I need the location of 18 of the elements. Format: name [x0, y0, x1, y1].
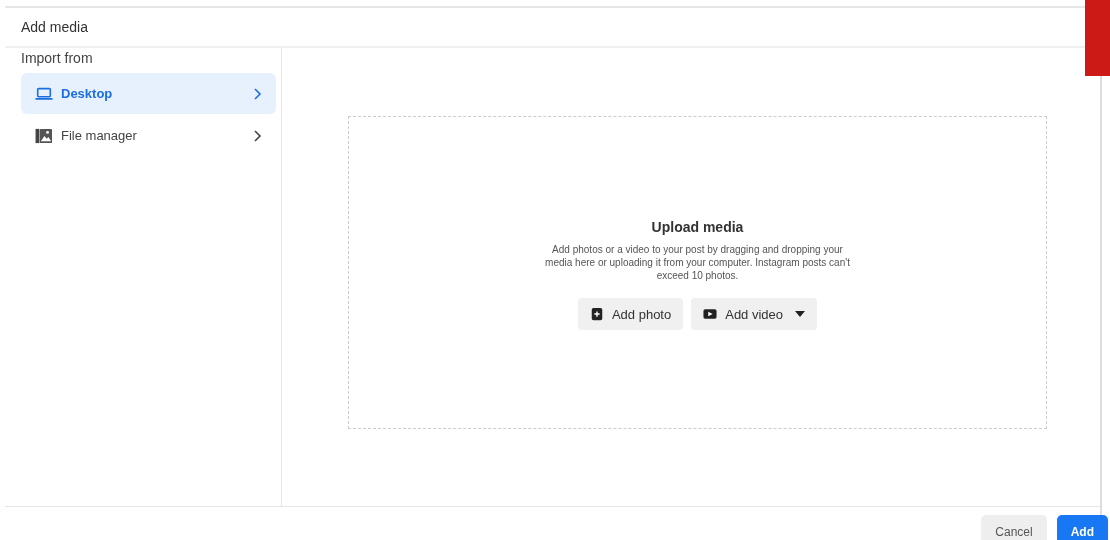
photo-icon: [35, 127, 53, 144]
caret-icon: [795, 311, 806, 317]
add-media-button[interactable]: Add video: [691, 298, 818, 330]
sidebar-heading: Import from: [21, 50, 94, 66]
video-icon: [703, 307, 718, 321]
upload-title: Upload media: [651, 219, 744, 235]
cancel-button[interactable]: Cancel: [981, 515, 1047, 540]
chevron-icon: [252, 128, 262, 143]
dialog-title: Add media: [21, 19, 88, 35]
photo-add-icon: [589, 307, 604, 321]
sidebar-item[interactable]: Desktop: [21, 73, 276, 114]
chevron-icon: [252, 86, 262, 101]
add-media-button[interactable]: Add photo: [577, 298, 684, 330]
add-button[interactable]: Add: [1056, 515, 1108, 540]
sidebar-item[interactable]: File manager: [21, 115, 276, 156]
upload-description: Add photos or a video to your post by dragging and dropping your media here or uploading it from your computer. Instagram posts can't exceed 10 photos.: [544, 243, 851, 282]
drop-zone[interactable]: Upload media Add photos or a video to your post by dragging and dropping your media here or uploading it from your computer. Instagram posts can't exceed 10 photos. Add photo Add video: [348, 116, 1047, 429]
laptop-icon: [35, 85, 53, 102]
